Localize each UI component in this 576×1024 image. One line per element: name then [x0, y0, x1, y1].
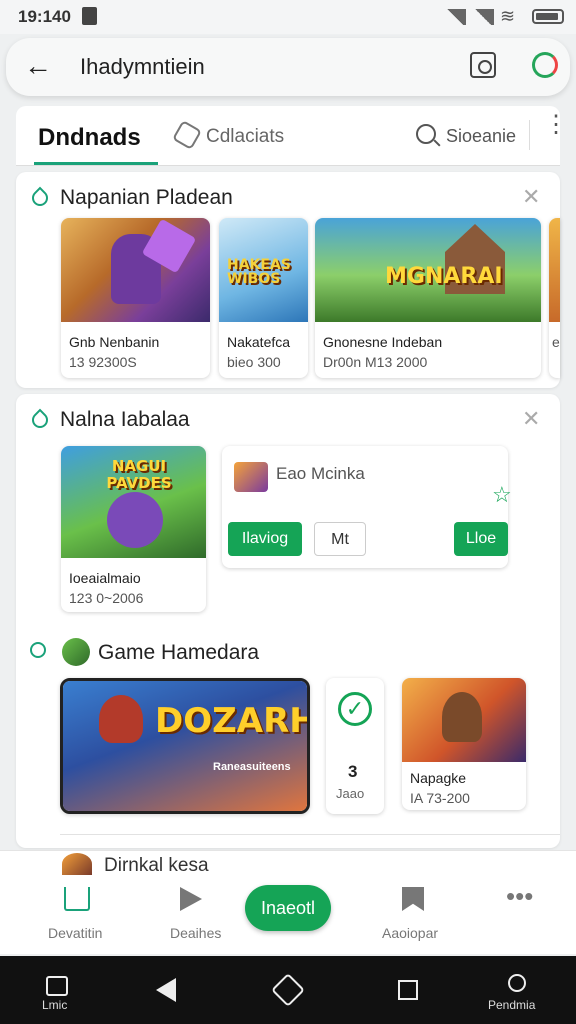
section-card-1: Napanian Pladean ✕ Gnb Nenbanin 13 92300… [16, 172, 560, 388]
home-icon[interactable] [64, 887, 90, 911]
tag-icon [28, 186, 52, 210]
nav-home-label[interactable]: Devatitin [48, 925, 102, 941]
game-tile[interactable]: NAGUI PAVDES Ioeaialmaio 123 0~2006 [61, 446, 206, 612]
tab-downloads[interactable]: Dndnads [38, 124, 141, 152]
search-icon[interactable] [508, 974, 526, 992]
google-account-icon[interactable] [532, 52, 558, 78]
game-section-icon [30, 642, 46, 658]
game-tile[interactable]: e [549, 218, 560, 378]
section-title: Nalna Iabalaa [60, 408, 190, 431]
game-tile[interactable]: Gnb Nenbanin 13 92300S [61, 218, 210, 378]
game-meta: IA 73-200 [410, 790, 470, 806]
nav-library-label[interactable]: Aaoiopar [382, 925, 438, 941]
signal-icon-2 [472, 9, 494, 25]
signal-icon [444, 9, 466, 25]
game-art: MGNARAI [315, 218, 541, 322]
more-vert-icon[interactable]: ⋮ [544, 113, 568, 137]
tab-bar: Dndnads Cdlaciats Sioeanie ⋮ [16, 106, 568, 166]
search-icon[interactable] [416, 124, 436, 144]
game-art-title: NAGUI PAVDES [106, 457, 172, 492]
game-name: Napagke [410, 770, 467, 786]
game-icon [234, 462, 268, 492]
game-art-title: HAKEAS WIBOS [227, 257, 291, 287]
play-button[interactable]: Ilaviog [228, 522, 302, 556]
section-title: Game Hamedara [98, 641, 260, 664]
game-detail-card: Eao Mcinka Ilaviog Mt Lloe [222, 446, 508, 568]
back-arrow-icon[interactable]: ← [24, 50, 52, 82]
nav-games-label[interactable]: Deaihes [170, 925, 221, 941]
game-name: Gnb Nenbanin [69, 334, 160, 350]
sim-icon [82, 7, 97, 25]
game-art [61, 218, 210, 322]
status-bar: 19:140 ≋ [0, 0, 576, 34]
game-meta: 13 92300S [69, 354, 137, 370]
system-navigation-bar: Lmic Pendmia [0, 956, 576, 1024]
divider [529, 120, 530, 150]
game-art: NAGUI PAVDES [61, 446, 206, 558]
game-meta: e [552, 334, 560, 350]
game-meta: bieo 300 [227, 354, 281, 370]
tag-icon [28, 408, 52, 432]
close-icon[interactable]: ✕ [522, 406, 540, 432]
app-header: ← Ihadymntiein [6, 38, 570, 96]
game-art [402, 678, 526, 762]
home-circle-icon[interactable] [271, 973, 305, 1007]
game-art-caption: Raneasuiteens [213, 761, 291, 773]
game-tile[interactable]: Napagke IA 73-200 [402, 678, 526, 810]
game-name: Ioeaialmaio [69, 570, 141, 586]
game-art-title: DOZARH [155, 701, 310, 741]
recents-square-icon[interactable] [398, 980, 418, 1000]
game-tile[interactable]: MGNARAI Gnonesne Indeban Dr00n M13 2000 [315, 218, 541, 378]
wifi-icon: ≋ [500, 6, 516, 26]
game-tile[interactable]: HAKEAS WIBOS Nakatefca bieo 300 [219, 218, 308, 378]
hexagon-icon [171, 119, 203, 151]
system-left-label: Lmic [42, 998, 68, 1012]
section-title: Napanian Pladean [60, 186, 233, 209]
play-icon[interactable] [180, 887, 202, 911]
game-meta: Dr00n M13 2000 [323, 354, 428, 370]
game-art-title: MGNARAI [385, 264, 503, 289]
game-meta: 123 0~2006 [69, 590, 144, 606]
peek-row-label: Dirnkal kesa [104, 855, 209, 873]
battery-icon [532, 9, 564, 24]
status-time: 19:140 [18, 7, 71, 26]
search-label[interactable]: Sioeanie [446, 126, 516, 147]
game-name: Gnonesne Indeban [323, 334, 443, 350]
home-system-icon[interactable] [46, 976, 68, 996]
rating-sub: Jaao [336, 786, 365, 801]
rating-card[interactable]: ✓ 3 Jaao [326, 678, 384, 814]
active-tab-indicator [34, 162, 158, 165]
check-icon: ✓ [338, 692, 372, 726]
game-art: HAKEAS WIBOS [219, 218, 308, 322]
bookmark-icon[interactable] [402, 887, 424, 911]
install-button[interactable]: Inaeotl [245, 885, 331, 931]
game-art: DOZARH Raneasuiteens [63, 681, 310, 811]
divider [60, 834, 560, 835]
more-horiz-icon[interactable]: ••• [506, 883, 533, 909]
rating-number: 3 [348, 762, 358, 781]
like-button[interactable]: Lloe [454, 522, 508, 556]
section-card-2: Nalna Iabalaa ✕ NAGUI PAVDES Ioeaialmaio… [16, 394, 560, 848]
close-icon[interactable]: ✕ [522, 184, 540, 210]
row-avatar [62, 853, 92, 875]
tab-categories[interactable]: Cdlaciats [206, 126, 284, 148]
game-art [549, 218, 560, 322]
page-title: Ihadymntiein [80, 54, 205, 79]
system-right-label: Pendmia [488, 998, 536, 1012]
profile-scan-icon[interactable] [470, 52, 496, 78]
game-label: Eao Mcinka [276, 464, 365, 483]
back-triangle-icon[interactable] [156, 978, 176, 1002]
star-icon[interactable]: ☆ [492, 482, 512, 508]
section-avatar [62, 638, 90, 666]
option-button[interactable]: Mt [314, 522, 366, 556]
featured-game-tile[interactable]: DOZARH Raneasuiteens [60, 678, 310, 814]
bottom-navigation: Dirnkal kesa Devatitin Deaihes Inaeotl A… [0, 850, 576, 954]
game-name: Nakatefca [227, 334, 291, 350]
